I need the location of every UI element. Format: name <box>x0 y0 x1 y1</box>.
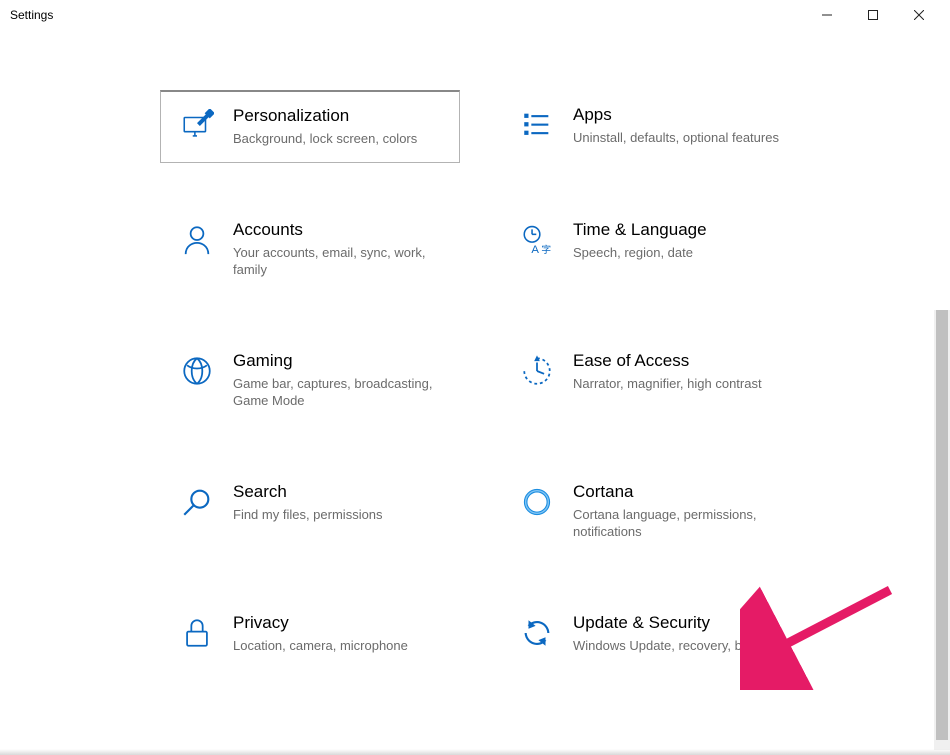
card-search[interactable]: Search Find my files, permissions <box>160 467 460 556</box>
card-title: Privacy <box>233 613 408 633</box>
maximize-button[interactable] <box>850 0 896 30</box>
card-accounts[interactable]: Accounts Your accounts, email, sync, wor… <box>160 205 460 294</box>
personalization-icon <box>179 108 215 144</box>
svg-text:字: 字 <box>541 242 551 255</box>
close-button[interactable] <box>896 0 942 30</box>
card-desc: Background, lock screen, colors <box>233 130 417 148</box>
bottom-shadow <box>0 749 950 755</box>
maximize-icon <box>868 10 878 20</box>
card-desc: Speech, region, date <box>573 244 707 262</box>
card-title: Gaming <box>233 351 441 371</box>
privacy-icon <box>179 615 215 651</box>
card-privacy[interactable]: Privacy Location, camera, microphone <box>160 598 460 670</box>
search-icon <box>179 484 215 520</box>
scrollbar-thumb[interactable] <box>936 310 948 740</box>
card-title: Personalization <box>233 106 417 126</box>
svg-text:A: A <box>531 243 539 255</box>
card-ease-of-access[interactable]: Ease of Access Narrator, magnifier, high… <box>500 336 800 425</box>
card-time-language[interactable]: A 字 Time & Language Speech, region, date <box>500 205 800 294</box>
card-title: Time & Language <box>573 220 707 240</box>
card-personalization[interactable]: Personalization Background, lock screen,… <box>160 90 460 163</box>
scrollbar[interactable] <box>934 310 950 750</box>
card-desc: Narrator, magnifier, high contrast <box>573 375 762 393</box>
window-title: Settings <box>8 8 804 22</box>
minimize-icon <box>822 10 832 20</box>
window-controls <box>804 0 942 30</box>
card-desc: Windows Update, recovery, backup <box>573 637 777 655</box>
minimize-button[interactable] <box>804 0 850 30</box>
card-desc: Cortana language, permissions, notificat… <box>573 506 781 541</box>
cortana-icon <box>519 484 555 520</box>
card-desc: Uninstall, defaults, optional features <box>573 129 779 147</box>
title-bar: Settings <box>0 0 950 30</box>
time-language-icon: A 字 <box>519 222 555 258</box>
card-title: Ease of Access <box>573 351 762 371</box>
card-title: Accounts <box>233 220 441 240</box>
card-desc: Game bar, captures, broadcasting, Game M… <box>233 375 441 410</box>
card-desc: Location, camera, microphone <box>233 637 408 655</box>
card-title: Cortana <box>573 482 781 502</box>
ease-of-access-icon <box>519 353 555 389</box>
close-icon <box>914 10 924 20</box>
card-apps[interactable]: Apps Uninstall, defaults, optional featu… <box>500 90 800 163</box>
card-update-security[interactable]: Update & Security Windows Update, recove… <box>500 598 800 670</box>
apps-icon <box>519 107 555 143</box>
card-desc: Find my files, permissions <box>233 506 383 524</box>
card-title: Apps <box>573 105 779 125</box>
card-gaming[interactable]: Gaming Game bar, captures, broadcasting,… <box>160 336 460 425</box>
settings-grid: Personalization Background, lock screen,… <box>0 30 950 669</box>
card-title: Update & Security <box>573 613 777 633</box>
card-cortana[interactable]: Cortana Cortana language, permissions, n… <box>500 467 800 556</box>
gaming-icon <box>179 353 215 389</box>
update-security-icon <box>519 615 555 651</box>
card-title: Search <box>233 482 383 502</box>
card-desc: Your accounts, email, sync, work, family <box>233 244 441 279</box>
accounts-icon <box>179 222 215 258</box>
